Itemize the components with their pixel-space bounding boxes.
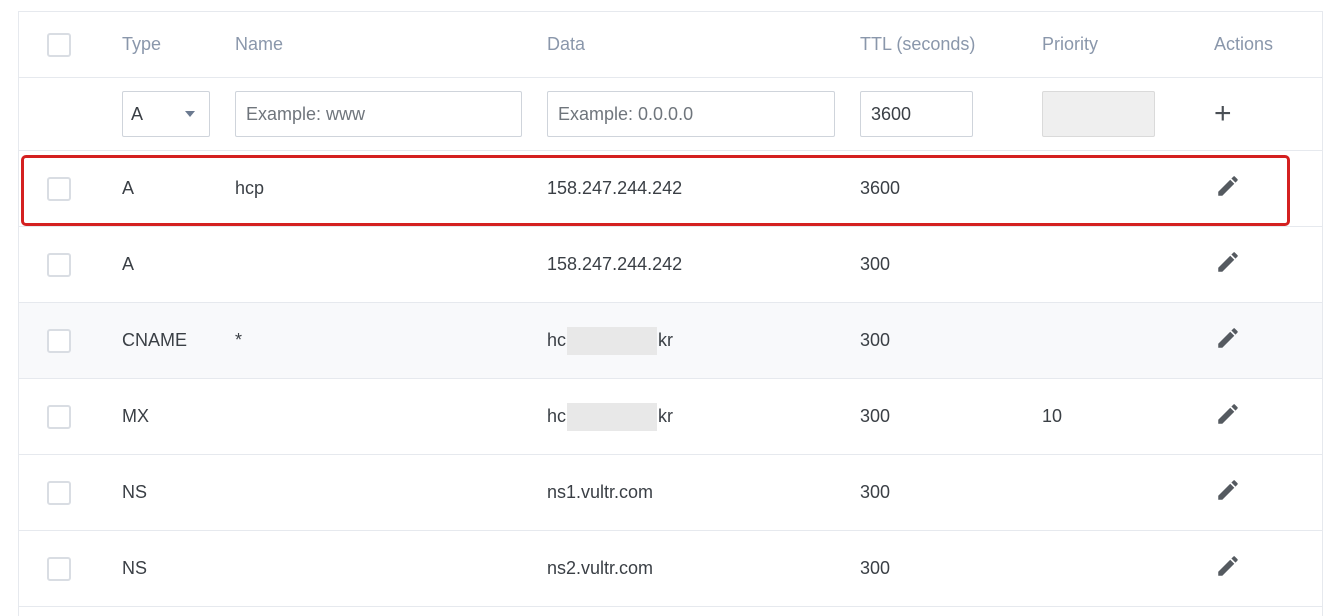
table-row: NS ns1.vultr.com 300 (19, 455, 1322, 531)
edit-button[interactable] (1215, 531, 1241, 606)
record-ttl: 300 (860, 330, 891, 350)
pencil-icon (1215, 553, 1241, 584)
column-header-type[interactable]: Type (122, 12, 161, 77)
table-row: CNAME * hc kr 300 (19, 303, 1322, 379)
edit-button[interactable] (1215, 303, 1241, 378)
type-select-value: A (131, 103, 144, 124)
column-header-actions: Actions (1214, 34, 1274, 54)
record-ttl: 300 (860, 558, 891, 578)
record-type: MX (122, 406, 149, 426)
row-checkbox[interactable] (47, 404, 71, 429)
record-data: ns2.vultr.com (547, 558, 654, 578)
pencil-icon (1215, 401, 1241, 432)
pencil-icon (1215, 325, 1241, 356)
plus-icon[interactable]: + (1214, 99, 1232, 129)
table-row: A 158.247.244.242 300 (19, 227, 1322, 303)
column-header-data[interactable]: Data (547, 12, 585, 77)
record-data-prefix: hc (547, 330, 567, 350)
table-header: Type Name Data TTL (seconds) Priority Ac… (19, 12, 1322, 78)
column-header-name[interactable]: Name (235, 12, 283, 77)
column-header-priority[interactable]: Priority (1042, 12, 1098, 77)
record-type: CNAME (122, 330, 188, 350)
dns-records-table: Type Name Data TTL (seconds) Priority Ac… (18, 11, 1323, 616)
record-type: NS (122, 558, 148, 578)
record-data: ns1.vultr.com (547, 482, 654, 502)
edit-button[interactable] (1215, 379, 1241, 454)
table-row: MX hc kr 300 10 (19, 379, 1322, 455)
caret-down-icon (185, 111, 195, 117)
record-data: hc kr (547, 379, 673, 454)
pencil-icon (1215, 477, 1241, 508)
row-checkbox[interactable] (47, 176, 71, 201)
row-checkbox[interactable] (47, 556, 71, 581)
record-type: NS (122, 482, 148, 502)
record-type: A (122, 178, 135, 198)
edit-button[interactable] (1215, 455, 1241, 530)
record-data: hc kr (547, 303, 673, 378)
table-row: Ahcp 158.247.244.242 3600 (19, 151, 1322, 227)
pencil-icon (1215, 173, 1241, 204)
row-checkbox[interactable] (47, 328, 71, 353)
pencil-icon (1215, 249, 1241, 280)
name-input[interactable] (235, 91, 522, 137)
column-header-ttl[interactable]: TTL (seconds) (860, 12, 975, 77)
record-type: A (122, 254, 135, 274)
table-row: NS ns2.vultr.com 300 (19, 531, 1322, 607)
record-name: hcp (235, 178, 265, 198)
priority-input (1042, 91, 1155, 137)
redacted-block (567, 326, 658, 355)
record-data: 158.247.244.242 (547, 178, 683, 198)
type-select[interactable]: A (122, 91, 210, 137)
new-record-row: A + (19, 78, 1322, 151)
record-data-prefix: hc (547, 406, 567, 426)
record-data-suffix: kr (658, 330, 674, 350)
edit-button[interactable] (1215, 227, 1241, 302)
row-checkbox[interactable] (47, 480, 71, 505)
row-checkbox[interactable] (47, 252, 71, 277)
record-name: * (235, 330, 243, 350)
record-data: 158.247.244.242 (547, 254, 683, 274)
data-input[interactable] (547, 91, 835, 137)
redacted-block (567, 402, 658, 431)
record-ttl: 3600 (860, 178, 901, 198)
select-all-checkbox[interactable] (47, 32, 71, 57)
record-ttl: 300 (860, 406, 891, 426)
ttl-input[interactable] (860, 91, 973, 137)
record-ttl: 300 (860, 254, 891, 274)
record-priority: 10 (1042, 406, 1063, 426)
record-ttl: 300 (860, 482, 891, 502)
record-data-suffix: kr (658, 406, 674, 426)
edit-button[interactable] (1215, 151, 1241, 226)
